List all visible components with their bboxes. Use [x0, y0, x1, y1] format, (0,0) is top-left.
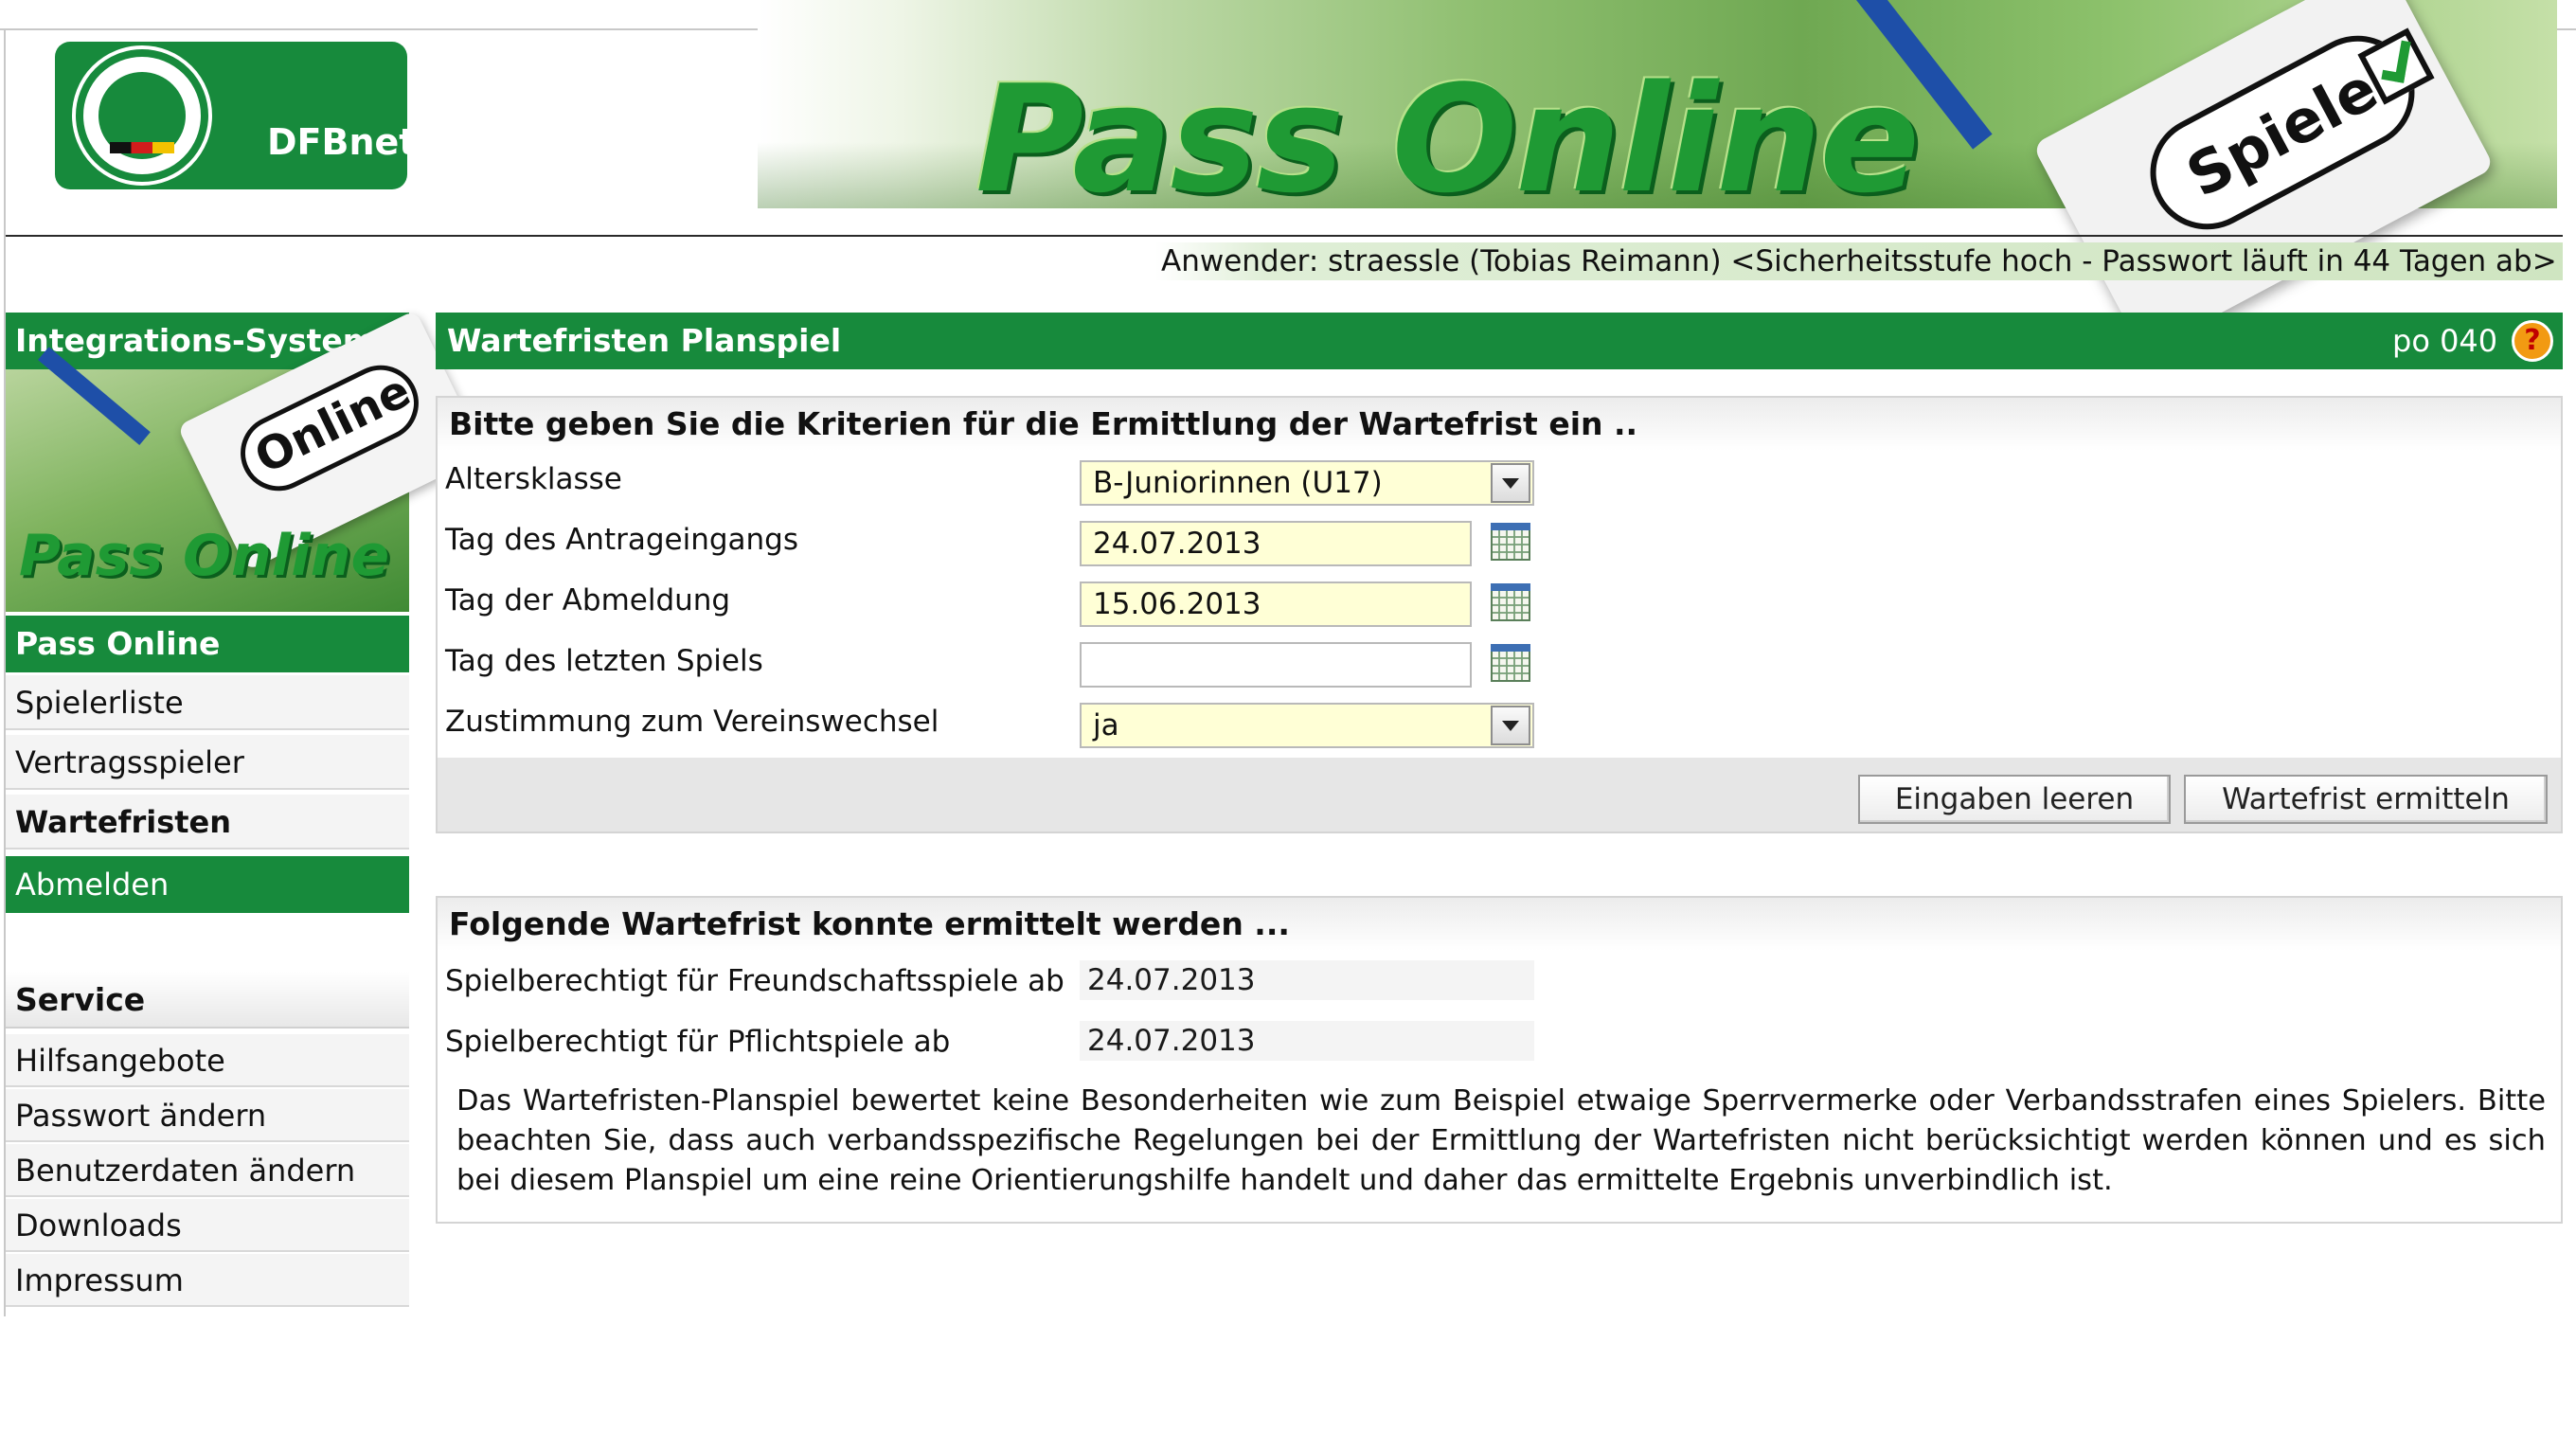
antrageingang-label: Tag des Antrageingangs: [445, 523, 798, 557]
german-flag-stripe: [110, 142, 174, 153]
disclaimer-text: Das Wartefristen-Planspiel bewertet kein…: [456, 1084, 2546, 1197]
letztes-spiel-label: Tag des letzten Spiels: [445, 644, 763, 678]
sidebar-item-impressum[interactable]: Impressum: [6, 1254, 409, 1307]
altersklasse-label: Altersklasse: [445, 462, 622, 496]
letztes-spiel-date-input[interactable]: [1080, 642, 1472, 688]
abmeldung-date-input[interactable]: 15.06.2013: [1080, 581, 1472, 627]
abmeldung-label: Tag der Abmeldung: [445, 583, 731, 617]
clear-inputs-button[interactable]: Eingaben leeren: [1858, 775, 2171, 824]
calendar-icon-header: [1491, 583, 1530, 591]
header-divider: [6, 235, 2563, 237]
sidebar-item-vertragsspieler[interactable]: Vertragsspieler: [6, 735, 409, 790]
calculate-waiting-period-button[interactable]: Wartefrist ermitteln: [2184, 775, 2548, 824]
chevron-down-icon: [1502, 721, 1519, 731]
sidebar-item-wartefristen[interactable]: Wartefristen: [6, 795, 409, 850]
altersklasse-select[interactable]: B-Juniorinnen (U17): [1080, 460, 1534, 506]
sidebar-item-abmelden[interactable]: Abmelden: [6, 856, 409, 913]
sidebar-item-benutzerdaten-aendern[interactable]: Benutzerdaten ändern: [6, 1144, 409, 1197]
result-label-freundschaftsspiele: Spielberechtigt für Freundschaftsspiele …: [445, 964, 1064, 998]
page-code: po 040: [2392, 323, 2498, 359]
calendar-icon-header: [1491, 644, 1530, 652]
help-icon[interactable]: ?: [2512, 320, 2553, 362]
user-info-text: Anwender: straessle (Tobias Reimann) <Si…: [1161, 244, 2557, 278]
chevron-down-icon: [1502, 478, 1519, 489]
zustimmung-select[interactable]: ja: [1080, 703, 1534, 748]
sidebar-service-title: Service: [6, 972, 409, 1029]
result-value-pflichtspiele: 24.07.2013: [1080, 1021, 1534, 1061]
sidebar-item-spielerliste[interactable]: Spielerliste: [6, 675, 409, 730]
result-heading: Folgende Wartefrist konnte ermittelt wer…: [438, 898, 2561, 951]
zustimmung-label: Zustimmung zum Vereinswechsel: [445, 705, 939, 739]
sidebar-nav-title[interactable]: Pass Online: [6, 616, 409, 672]
promo-title: Pass Online: [19, 523, 390, 589]
sidebar-item-hilfsangebote[interactable]: Hilfsangebote: [6, 1034, 409, 1087]
logo-text: DFBnet: [267, 121, 417, 163]
antrageingang-date-input[interactable]: 24.07.2013: [1080, 521, 1472, 566]
sidebar-item-downloads[interactable]: Downloads: [6, 1199, 409, 1252]
result-label-pflichtspiele: Spielberechtigt für Pflichtspiele ab: [445, 1025, 951, 1059]
sidebar-item-passwort-aendern[interactable]: Passwort ändern: [6, 1089, 409, 1142]
brand-title: Pass Online: [975, 53, 1920, 225]
criteria-heading: Bitte geben Sie die Kriterien für die Er…: [438, 398, 2561, 451]
calendar-icon-header: [1491, 523, 1530, 530]
result-value-freundschaftsspiele: 24.07.2013: [1080, 960, 1534, 1000]
page-title: Wartefristen Planspiel: [447, 322, 842, 359]
